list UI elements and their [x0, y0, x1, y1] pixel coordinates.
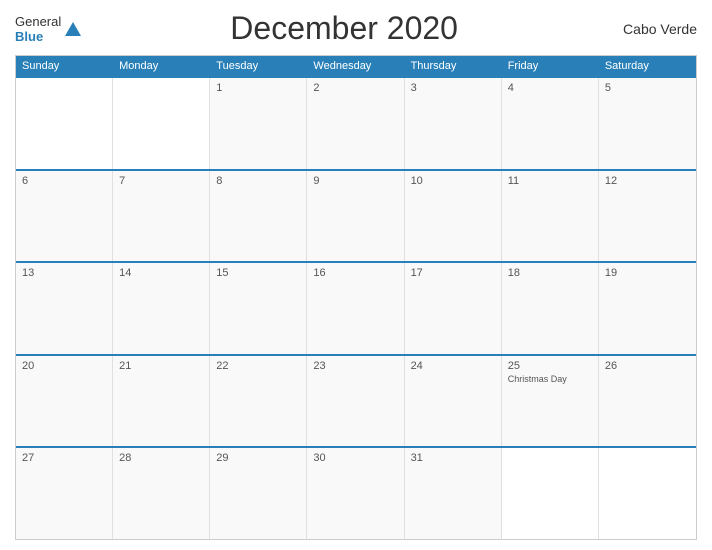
- day-cell: 10: [405, 171, 502, 262]
- holiday-label: Christmas Day: [508, 374, 592, 385]
- day-cell: 22: [210, 356, 307, 447]
- day-number: 16: [313, 267, 397, 279]
- day-cell: 14: [113, 263, 210, 354]
- day-cell: 2: [307, 78, 404, 169]
- day-cell: 23: [307, 356, 404, 447]
- day-number: 26: [605, 360, 690, 372]
- day-cell: 11: [502, 171, 599, 262]
- day-cell: 6: [16, 171, 113, 262]
- month-title: December 2020: [81, 10, 607, 47]
- day-cell: 30: [307, 448, 404, 539]
- day-cell: 28: [113, 448, 210, 539]
- day-number: 9: [313, 175, 397, 187]
- calendar-grid: SundayMondayTuesdayWednesdayThursdayFrid…: [15, 55, 697, 540]
- day-number: 4: [508, 82, 592, 94]
- day-number: 23: [313, 360, 397, 372]
- day-cell: 29: [210, 448, 307, 539]
- country-label: Cabo Verde: [607, 21, 697, 37]
- day-cell: [502, 448, 599, 539]
- day-number: 1: [216, 82, 300, 94]
- day-number: 25: [508, 360, 592, 372]
- day-cell: 3: [405, 78, 502, 169]
- day-number: 28: [119, 452, 203, 464]
- day-cell: 8: [210, 171, 307, 262]
- week-row: 20 21 22 23 24 25 Christmas Day 26: [16, 354, 696, 447]
- logo-text: GeneralBlue: [15, 14, 61, 44]
- day-cell: 13: [16, 263, 113, 354]
- day-cell: 26: [599, 356, 696, 447]
- week-row: 1 2 3 4 5: [16, 76, 696, 169]
- day-number: 30: [313, 452, 397, 464]
- day-cell: 12: [599, 171, 696, 262]
- day-number: 21: [119, 360, 203, 372]
- weeks-container: 1234567891011121314151617181920212223242…: [16, 76, 696, 539]
- day-number: 17: [411, 267, 495, 279]
- day-cell: 15: [210, 263, 307, 354]
- day-headers: SundayMondayTuesdayWednesdayThursdayFrid…: [16, 56, 696, 76]
- day-number: 24: [411, 360, 495, 372]
- week-row: 27 28 29 30 31: [16, 446, 696, 539]
- day-number: 3: [411, 82, 495, 94]
- week-row: 13 14 15 16 17 18 19: [16, 261, 696, 354]
- day-number: 2: [313, 82, 397, 94]
- day-number: 10: [411, 175, 495, 187]
- day-number: 15: [216, 267, 300, 279]
- day-number: 13: [22, 267, 106, 279]
- day-cell: [599, 448, 696, 539]
- day-header: Wednesday: [307, 56, 404, 76]
- day-number: 27: [22, 452, 106, 464]
- day-header: Saturday: [599, 56, 696, 76]
- day-cell: 7: [113, 171, 210, 262]
- day-header: Tuesday: [210, 56, 307, 76]
- logo-blue: Blue: [15, 29, 43, 44]
- day-number: 8: [216, 175, 300, 187]
- day-cell: 9: [307, 171, 404, 262]
- week-row: 6 7 8 9 10 11 12: [16, 169, 696, 262]
- day-cell: 24: [405, 356, 502, 447]
- calendar-page: GeneralBlue December 2020 Cabo Verde Sun…: [0, 0, 712, 550]
- day-cell: 25 Christmas Day: [502, 356, 599, 447]
- day-cell: [113, 78, 210, 169]
- day-number: 19: [605, 267, 690, 279]
- day-number: 14: [119, 267, 203, 279]
- day-cell: 17: [405, 263, 502, 354]
- day-number: 22: [216, 360, 300, 372]
- day-cell: 1: [210, 78, 307, 169]
- day-header: Friday: [502, 56, 599, 76]
- day-cell: 16: [307, 263, 404, 354]
- day-cell: [16, 78, 113, 169]
- day-cell: 4: [502, 78, 599, 169]
- day-cell: 19: [599, 263, 696, 354]
- day-header: Monday: [113, 56, 210, 76]
- day-number: 31: [411, 452, 495, 464]
- day-number: 18: [508, 267, 592, 279]
- day-number: 20: [22, 360, 106, 372]
- day-number: 11: [508, 175, 592, 187]
- day-cell: 31: [405, 448, 502, 539]
- day-header: Sunday: [16, 56, 113, 76]
- logo: GeneralBlue: [15, 14, 81, 44]
- day-cell: 27: [16, 448, 113, 539]
- day-number: 29: [216, 452, 300, 464]
- day-cell: 5: [599, 78, 696, 169]
- day-number: 7: [119, 175, 203, 187]
- day-number: 5: [605, 82, 690, 94]
- day-cell: 18: [502, 263, 599, 354]
- day-cell: 21: [113, 356, 210, 447]
- logo-triangle-icon: [65, 22, 81, 36]
- header: GeneralBlue December 2020 Cabo Verde: [15, 10, 697, 47]
- day-header: Thursday: [405, 56, 502, 76]
- day-number: 6: [22, 175, 106, 187]
- day-cell: 20: [16, 356, 113, 447]
- day-number: 12: [605, 175, 690, 187]
